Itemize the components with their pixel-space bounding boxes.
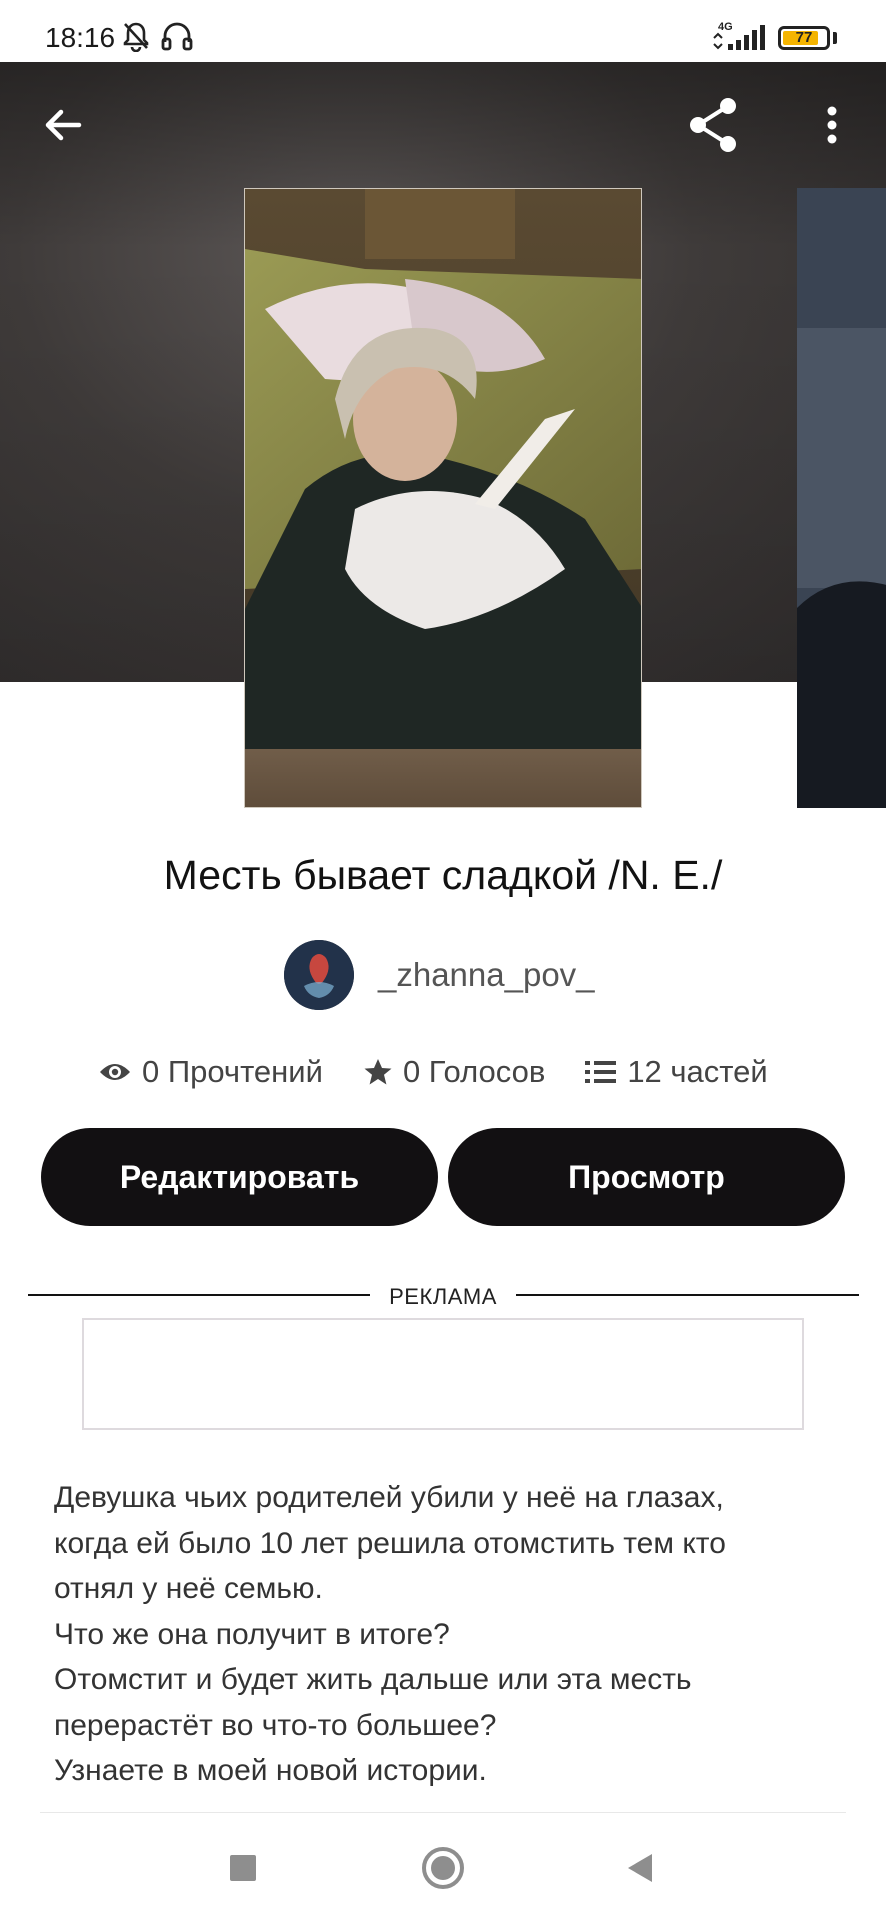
battery-tip <box>833 32 837 44</box>
recents-button[interactable] <box>208 1833 278 1903</box>
ad-slot[interactable] <box>82 1318 804 1430</box>
avatar-image <box>284 940 354 1010</box>
author-name[interactable]: _zhanna_pov_ <box>378 956 595 994</box>
author-link[interactable]: _zhanna_pov_ <box>284 940 595 1010</box>
more-options-button[interactable] <box>797 90 867 160</box>
star-icon <box>364 1059 392 1085</box>
arrow-left-icon <box>45 109 82 141</box>
square-icon <box>230 1855 256 1881</box>
status-bar: 18:16 4G 77 <box>0 0 886 62</box>
votes-count: 0 Голосов <box>402 1054 546 1089</box>
story-cover[interactable] <box>244 188 642 808</box>
story-description: Девушка чьих родителей убили у неё на гл… <box>54 1481 726 1787</box>
home-button[interactable] <box>408 1833 478 1903</box>
parts-stat: 12 частей <box>585 1054 768 1090</box>
ad-label: РЕКЛАМА <box>389 1284 497 1309</box>
story-stats: 0 Прочтений 0 Голосов 12 частей <box>98 1052 808 1092</box>
bell-off-icon <box>123 22 149 52</box>
ad-divider-right <box>516 1294 859 1296</box>
battery-level: 77 <box>795 29 813 46</box>
nav-back-button[interactable] <box>605 1833 675 1903</box>
share-button[interactable] <box>679 90 749 160</box>
signal-icon <box>713 25 765 50</box>
back-button[interactable] <box>28 90 98 160</box>
votes-stat: 0 Голосов <box>363 1054 545 1090</box>
preview-button[interactable]: Просмотр <box>448 1128 845 1226</box>
reads-count: 0 Прочтений <box>142 1054 323 1089</box>
reads-stat: 0 Прочтений <box>98 1054 323 1090</box>
share-icon <box>690 98 736 152</box>
more-vertical-icon <box>827 106 837 144</box>
status-time: 18:16 <box>45 22 116 53</box>
edit-button[interactable]: Редактировать <box>41 1128 438 1226</box>
headset-icon <box>161 22 193 51</box>
circle-icon <box>422 1847 464 1889</box>
next-cover-image <box>797 188 886 808</box>
battery-icon: 77 <box>778 26 830 50</box>
story-title: Месть бывает сладкой /N. E./ <box>163 852 723 898</box>
author-avatar[interactable] <box>284 940 354 1010</box>
system-navigation-bar <box>0 1813 886 1920</box>
parts-count: 12 частей <box>627 1054 768 1089</box>
triangle-back-icon <box>628 1854 652 1882</box>
list-icon <box>585 1061 617 1083</box>
next-story-cover[interactable] <box>797 188 886 808</box>
eye-icon <box>100 1064 130 1080</box>
cover-image <box>245 189 641 807</box>
